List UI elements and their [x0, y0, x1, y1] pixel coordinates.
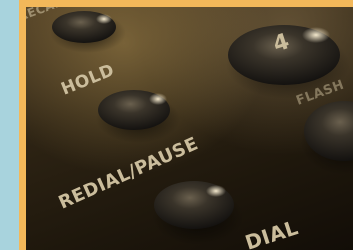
- right-partial-button: [300, 101, 353, 175]
- hold-button: [96, 90, 180, 143]
- image-stage: 4 HOLD FLASH REDIAL/PAUSE DIAL RECALL: [0, 0, 353, 250]
- hold-label: HOLD: [58, 60, 117, 99]
- dial-label: DIAL: [242, 215, 301, 250]
- top-left-button: [50, 11, 126, 53]
- left-border-strip: [0, 0, 19, 250]
- keypad-illustration: 4 HOLD FLASH REDIAL/PAUSE DIAL RECALL: [26, 7, 353, 250]
- phone-keypad-photo: 4 HOLD FLASH REDIAL/PAUSE DIAL RECALL: [26, 7, 353, 250]
- redial-pause-button: [152, 181, 244, 245]
